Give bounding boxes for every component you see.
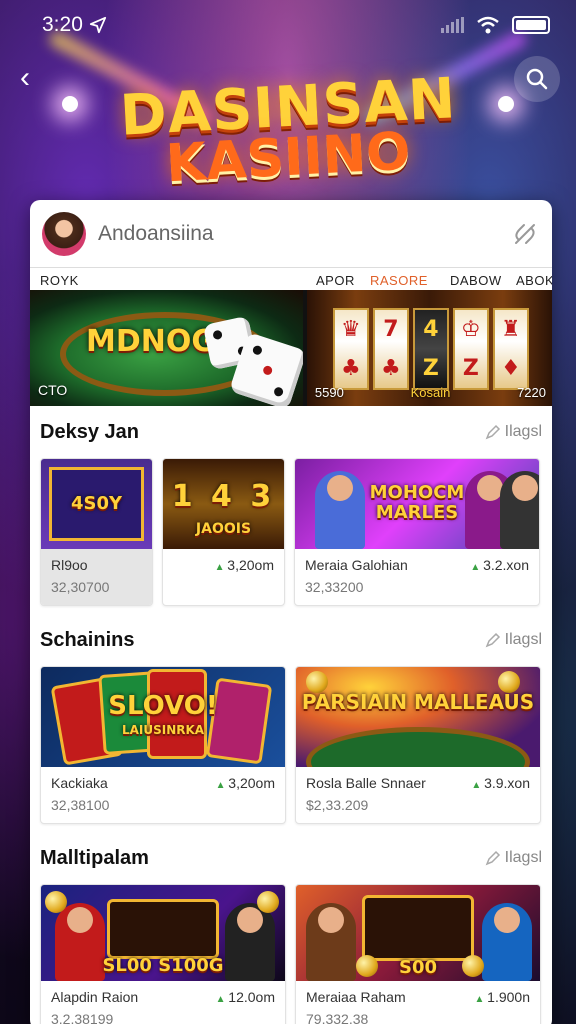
- game-payout: 3,20om: [215, 557, 274, 573]
- account-name: Andoansiina: [98, 221, 214, 245]
- game-tile[interactable]: SL00 S100G Alapdin Raion 3.2,38199 12.0o…: [40, 884, 286, 1024]
- banner-slot-machine[interactable]: ♛ ♣ 7 ♣ 4Z ♔ Z ♜ ♦ 5590 Kosain 7220: [306, 290, 552, 406]
- battery-icon: [512, 16, 550, 34]
- section-header: Malltipalam Ilagsl: [30, 832, 552, 884]
- game-row: 4S0Y Rl9oo 32,30700 1 4 3 JAOOIS 3,20om: [30, 458, 552, 606]
- tab-rasore[interactable]: RASORE: [370, 273, 428, 288]
- game-row: SL00 S100G Alapdin Raion 3.2,38199 12.0o…: [30, 884, 552, 1024]
- back-chevron-icon[interactable]: ‹: [20, 60, 48, 96]
- status-bar: 3:20: [0, 0, 576, 50]
- game-tile[interactable]: MOHOCM MARLES Meraia Galohian 32,33200 3…: [294, 458, 540, 606]
- game-payout: 1.900n: [474, 989, 530, 1005]
- banner-table-game[interactable]: MDNOGE CTO: [30, 290, 303, 406]
- see-all-link[interactable]: Ilagsl: [485, 631, 542, 649]
- edit-icon: [485, 424, 500, 440]
- slot-reels: ♛ ♣ 7 ♣ 4Z ♔ Z ♜ ♦: [332, 308, 529, 390]
- game-payout: 3,20om: [216, 775, 275, 791]
- link-icon: [515, 223, 535, 244]
- game-tile[interactable]: S00 Meraiaa Raham 79,332.38 1.900n: [295, 884, 541, 1024]
- game-row: SLOVO! LAIUSINRKA Kackiaka 32,38100 3,20…: [30, 666, 552, 824]
- game-thumbnail: S00: [296, 885, 540, 981]
- category-tabs: ROYK APOR RASORE DABOW ABOK: [30, 268, 552, 290]
- game-thumbnail: PARSIAIN MALLEAUS: [296, 667, 540, 767]
- main-card: Andoansiina ROYK APOR RASORE DABOW ABOK …: [30, 200, 552, 1024]
- game-players: 3.2,38199: [51, 1011, 114, 1024]
- banner-caption-right: 7220: [517, 385, 546, 400]
- edit-icon: [485, 850, 500, 866]
- signal-icon: [441, 17, 464, 33]
- section-title: Schainins: [40, 628, 135, 651]
- banner-caption-mid: Kosain: [410, 385, 451, 400]
- search-icon: [526, 68, 548, 90]
- tab-abok[interactable]: ABOK: [516, 273, 552, 288]
- section-title: Deksy Jan: [40, 420, 139, 443]
- settings-button[interactable]: [510, 219, 540, 249]
- logo-line-2: KASIINO: [164, 121, 412, 195]
- game-payout: 3.2.xon: [470, 557, 529, 573]
- status-time: 3:20: [42, 13, 83, 36]
- section-title: Malltipalam: [40, 846, 149, 869]
- section-header: Schainins Ilagsl: [30, 614, 552, 666]
- game-players: 32,33200: [305, 579, 364, 595]
- tab-apor[interactable]: APOR: [316, 273, 355, 288]
- search-button[interactable]: [514, 56, 560, 102]
- game-payout: 3.9.xon: [471, 775, 530, 791]
- account-row[interactable]: Andoansiina: [30, 200, 552, 268]
- game-name: Rl9oo: [51, 557, 88, 573]
- wifi-icon: [477, 16, 499, 34]
- avatar[interactable]: [42, 211, 86, 256]
- game-thumbnail: MOHOCM MARLES: [295, 459, 539, 549]
- see-all-link[interactable]: Ilagsl: [485, 423, 542, 441]
- tab-royk[interactable]: ROYK: [40, 273, 79, 288]
- casino-logo: DASINSAN KASIINO: [0, 66, 576, 194]
- game-thumbnail: SLOVO! LAIUSINRKA: [41, 667, 285, 767]
- game-thumbnail: 4S0Y: [41, 459, 152, 549]
- game-tile[interactable]: PARSIAIN MALLEAUS Rosla Balle Snnaer $2,…: [295, 666, 541, 824]
- game-players: 32,38100: [51, 797, 110, 813]
- game-payout: 12.0om: [216, 989, 275, 1005]
- section-header: Deksy Jan Ilagsl: [30, 406, 552, 458]
- game-thumbnail: SL00 S100G: [41, 885, 285, 981]
- game-players: $2,33.209: [306, 797, 369, 813]
- game-thumbnail: 1 4 3 JAOOIS: [163, 459, 284, 549]
- game-players: 32,30700: [51, 579, 110, 595]
- edit-icon: [485, 632, 500, 648]
- banner-caption-left: 5590: [314, 385, 344, 400]
- game-tile[interactable]: 1 4 3 JAOOIS 3,20om: [162, 458, 285, 606]
- game-tile[interactable]: SLOVO! LAIUSINRKA Kackiaka 32,38100 3,20…: [40, 666, 286, 824]
- banner-caption: CTO: [38, 382, 68, 398]
- featured-banners: MDNOGE CTO ♛ ♣ 7 ♣ 4Z ♔ Z ♜ ♦ 5590 Kosain 72…: [30, 290, 552, 406]
- see-all-link[interactable]: Ilagsl: [485, 849, 542, 867]
- game-players: 79,332.38: [306, 1011, 369, 1024]
- game-tile[interactable]: 4S0Y Rl9oo 32,30700: [40, 458, 153, 606]
- location-arrow-icon: [89, 16, 106, 34]
- tab-dabow[interactable]: DABOW: [450, 273, 502, 288]
